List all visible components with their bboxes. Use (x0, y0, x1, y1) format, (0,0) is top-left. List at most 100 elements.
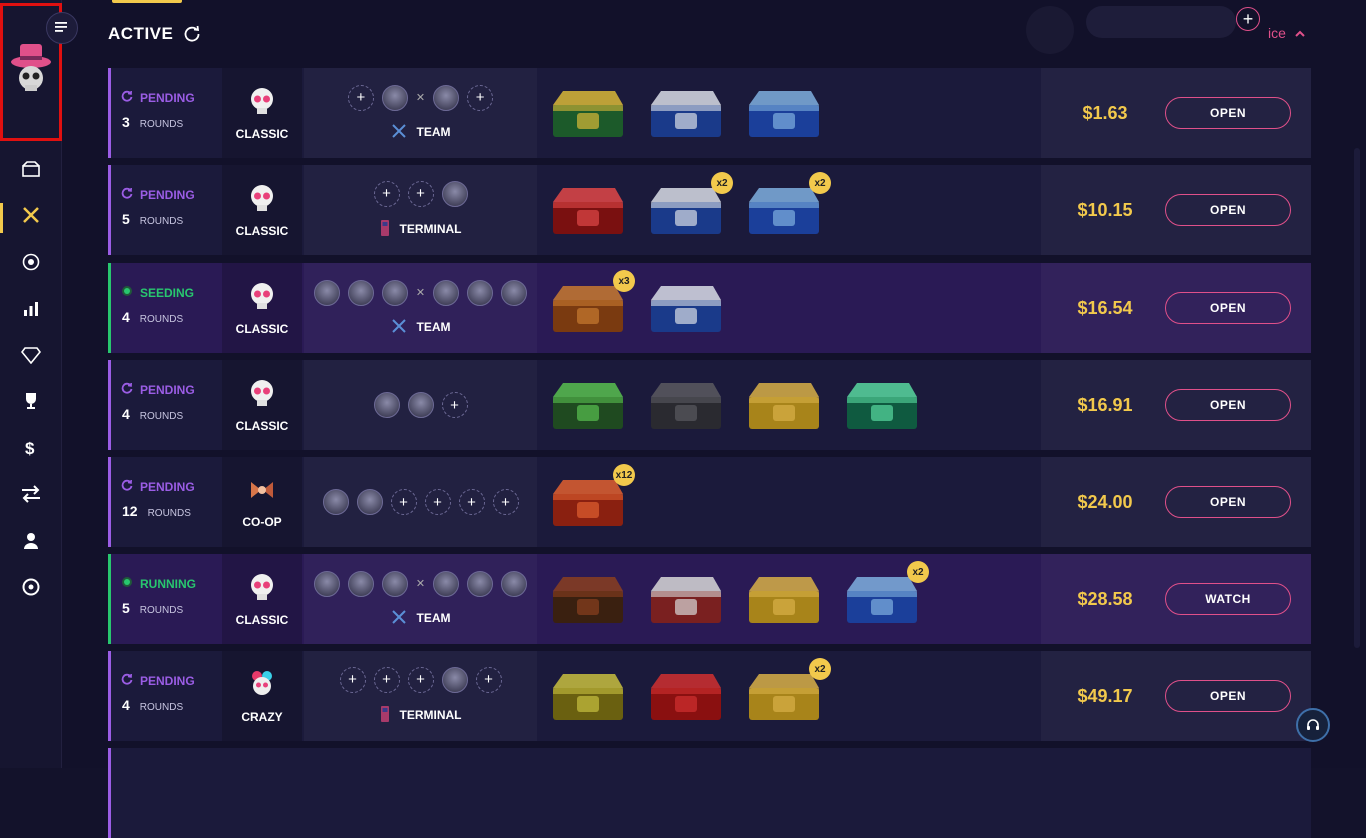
case-image[interactable]: x2 (743, 172, 831, 240)
player-avatar[interactable] (433, 570, 460, 597)
player-avatar[interactable] (381, 279, 408, 306)
player-avatar[interactable] (501, 279, 528, 306)
player-avatar[interactable] (441, 666, 468, 693)
player-avatar[interactable] (433, 84, 460, 111)
battle-row[interactable]: PENDING 4 ROUNDS CLASSIC + $16.91 OPEN (108, 360, 1311, 450)
case-image[interactable] (743, 375, 823, 435)
case-image[interactable] (645, 569, 725, 629)
sidebar-item-exchange[interactable] (0, 474, 62, 521)
sidebar-item-trophy[interactable] (0, 381, 62, 428)
empty-slot-button[interactable]: + (339, 666, 366, 693)
player-slots: + + + + (339, 666, 502, 693)
open-button[interactable]: OPEN (1165, 486, 1291, 518)
empty-slot-button[interactable]: + (347, 84, 374, 111)
balance-pill[interactable] (1086, 6, 1236, 38)
status-label: PENDING (140, 90, 195, 105)
support-button[interactable] (1296, 708, 1330, 742)
empty-slot-button[interactable]: + (407, 180, 434, 207)
sidebar-item-diamond[interactable] (0, 334, 62, 381)
empty-slot-button[interactable]: + (475, 666, 502, 693)
player-avatar[interactable] (441, 180, 468, 207)
player-avatar[interactable] (347, 570, 374, 597)
case-image[interactable] (547, 569, 627, 629)
battle-row[interactable]: PENDING 12 ROUNDS CO-OP + + + + x12 $24.00 (108, 457, 1311, 547)
open-button[interactable]: OPEN (1165, 194, 1291, 226)
case-image[interactable] (547, 375, 627, 435)
user-avatar[interactable] (1026, 6, 1074, 54)
empty-slot-button[interactable]: + (373, 666, 400, 693)
refresh-status-icon (121, 479, 133, 494)
player-avatar[interactable] (322, 489, 349, 515)
battle-row[interactable]: SEEDING 4 ROUNDS CLASSIC ✕ TEAM x3 $16.5… (108, 263, 1311, 353)
watch-button[interactable]: WATCH (1165, 583, 1291, 615)
sidebar-item-upgrade[interactable] (0, 288, 62, 335)
player-avatar[interactable] (407, 392, 434, 418)
player-avatar[interactable] (347, 279, 374, 306)
battle-row[interactable]: PENDING 3 ROUNDS CLASSIC + ✕ + TEAM $1.6… (108, 68, 1311, 158)
collapse-sidebar-button[interactable] (46, 12, 78, 44)
player-avatar[interactable] (356, 489, 383, 515)
sort-dropdown[interactable]: ice (1268, 25, 1306, 41)
empty-slot-button[interactable]: + (467, 84, 494, 111)
price-panel: $1.63 OPEN (1041, 68, 1311, 158)
case-image[interactable] (547, 83, 627, 143)
case-list (537, 360, 1041, 450)
svg-text:$: $ (25, 439, 35, 458)
empty-slot-button[interactable]: + (373, 180, 400, 207)
case-image[interactable] (743, 83, 823, 143)
battle-row[interactable]: PENDING 4 ROUNDS CRAZY + + + + TERMINAL (108, 651, 1311, 741)
battle-row[interactable]: RUNNING 5 ROUNDS CLASSIC ✕ TEAM x2 $28.5… (108, 554, 1311, 644)
player-avatar[interactable] (467, 279, 494, 306)
empty-slot-button[interactable]: + (407, 666, 434, 693)
open-button[interactable]: OPEN (1165, 292, 1291, 324)
player-avatar[interactable] (313, 279, 340, 306)
battle-row[interactable] (108, 748, 1311, 838)
top-right-controls: + ice (1006, 0, 1326, 54)
case-image[interactable]: x3 (547, 270, 635, 338)
refresh-icon[interactable] (183, 25, 201, 43)
case-image[interactable] (547, 180, 627, 240)
case-image[interactable]: x12 (547, 464, 635, 532)
sidebar-item-battles[interactable] (0, 195, 62, 242)
empty-slot-button[interactable]: + (492, 489, 519, 515)
battle-status: PENDING 3 ROUNDS (111, 68, 222, 158)
sidebar-item-user[interactable] (0, 520, 62, 567)
battle-row[interactable]: PENDING 5 ROUNDS CLASSIC + + TERMINAL x2… (108, 165, 1311, 255)
page-title: ACTIVE (108, 24, 201, 44)
case-image[interactable]: x2 (841, 561, 929, 629)
case-image[interactable]: x2 (645, 172, 733, 240)
battle-mode: CLASSIC (222, 263, 302, 353)
empty-slot-button[interactable]: + (390, 489, 417, 515)
open-button[interactable]: OPEN (1165, 97, 1291, 129)
empty-slot-button[interactable]: + (441, 392, 468, 418)
sidebar-item-cases[interactable] (0, 148, 62, 195)
open-button[interactable]: OPEN (1165, 389, 1291, 421)
case-image[interactable]: x2 (743, 658, 831, 726)
case-image[interactable] (645, 666, 725, 726)
skull-icon (248, 378, 276, 413)
sort-label: ice (1268, 25, 1286, 41)
case-image[interactable] (645, 375, 725, 435)
empty-slot-button[interactable]: + (458, 489, 485, 515)
case-image[interactable] (645, 278, 725, 338)
co-op-icon (247, 476, 277, 509)
case-image[interactable] (547, 666, 627, 726)
sidebar-item-roulette[interactable] (0, 241, 62, 288)
rounds-count: 4 (122, 406, 130, 422)
player-avatar[interactable] (381, 570, 408, 597)
player-avatar[interactable] (433, 279, 460, 306)
case-image[interactable] (743, 569, 823, 629)
player-avatar[interactable] (381, 84, 408, 111)
player-avatar[interactable] (467, 570, 494, 597)
empty-slot-button[interactable]: + (424, 489, 451, 515)
sidebar-item-dollar[interactable]: $ (0, 427, 62, 474)
case-image[interactable] (645, 83, 725, 143)
player-avatar[interactable] (313, 570, 340, 597)
scrollbar[interactable] (1354, 148, 1360, 648)
case-image[interactable] (841, 375, 921, 435)
open-button[interactable]: OPEN (1165, 680, 1291, 712)
sidebar-item-wheel[interactable] (0, 567, 62, 614)
player-avatar[interactable] (501, 570, 528, 597)
player-avatar[interactable] (373, 392, 400, 418)
create-battle-button[interactable]: + (1236, 7, 1260, 31)
